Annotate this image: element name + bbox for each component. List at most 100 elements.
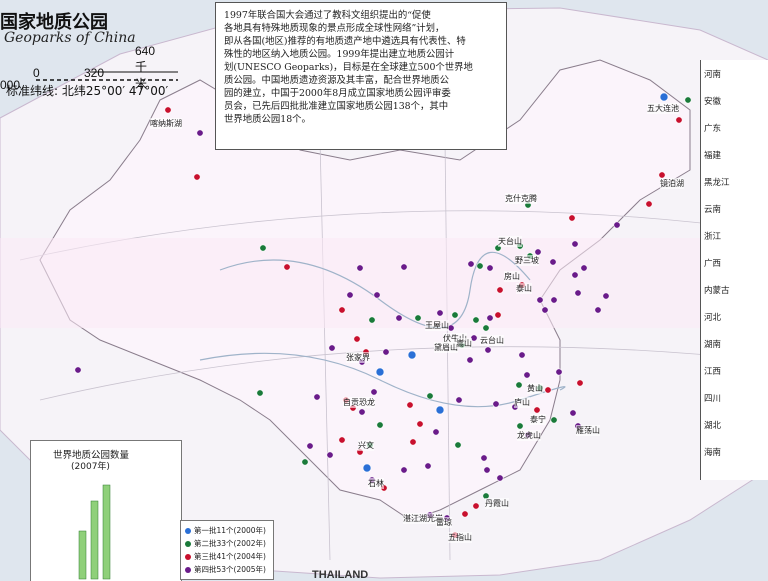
geopark-marker	[313, 393, 321, 401]
park-label: 王屋山	[425, 320, 449, 331]
geopark-marker	[406, 401, 414, 409]
park-label: 丹霞山	[485, 498, 509, 509]
province-label: 湖北	[704, 421, 722, 431]
geopark-marker	[480, 454, 488, 462]
geopark-marker	[523, 371, 531, 379]
geopark-marker	[576, 379, 584, 387]
geopark-marker	[613, 221, 621, 229]
geopark-marker	[482, 324, 490, 332]
geopark-marker	[382, 348, 390, 356]
geopark-marker	[486, 264, 494, 272]
province-label: 四川	[704, 394, 722, 404]
geopark-marker	[328, 344, 336, 352]
province-label: 湖南	[704, 340, 722, 350]
geopark-map: 国家地质公园 Geoparks of China 000 0 320 640 千…	[0, 0, 768, 581]
park-label: 云台山	[480, 335, 504, 346]
geopark-marker	[373, 291, 381, 299]
park-label: 石林	[368, 478, 384, 489]
geopark-marker	[659, 92, 669, 102]
geopark-marker	[451, 311, 459, 319]
province-label: 安徽	[704, 97, 722, 107]
description-box: 1997年联合国大会通过了教科文组织提出的“促使 各地具有特殊地质现象的景点形成…	[215, 2, 507, 150]
geopark-marker	[476, 262, 484, 270]
legend-label: 第二批33个(2002年)	[194, 539, 266, 548]
geopark-marker	[602, 292, 610, 300]
geopark-marker	[515, 381, 523, 389]
neighbor-label-thailand: THAILAND	[312, 569, 369, 581]
geopark-marker	[533, 406, 541, 414]
geopark-marker	[362, 463, 372, 473]
geopark-marker	[684, 96, 692, 104]
province-label: 福建	[704, 151, 722, 161]
geopark-marker	[432, 428, 440, 436]
geopark-marker	[580, 264, 588, 272]
legend-dot	[185, 528, 191, 534]
geopark-marker	[594, 306, 602, 314]
geopark-marker	[400, 263, 408, 271]
park-label: 龙虎山	[517, 430, 541, 441]
park-label: 兴文	[358, 440, 374, 451]
geopark-marker	[518, 351, 526, 359]
geopark-marker	[193, 173, 201, 181]
legend-label: 第一批11个(2000年)	[194, 526, 266, 535]
legend-dot	[185, 554, 191, 560]
province-label: 黑龙江	[704, 178, 730, 188]
geopark-marker	[454, 441, 462, 449]
geopark-marker	[256, 389, 264, 397]
park-label: 黄山	[527, 383, 543, 394]
park-label: 天台山	[498, 236, 522, 247]
park-label: 五指山	[448, 532, 472, 543]
highlight-band	[0, 238, 768, 328]
province-label: 海南	[704, 448, 722, 458]
park-label: 泰宁	[530, 414, 546, 425]
geopark-marker	[400, 466, 408, 474]
geopark-marker	[472, 316, 480, 324]
geopark-marker	[416, 420, 424, 428]
park-label: 五大连池	[647, 103, 679, 114]
geopark-marker	[395, 314, 403, 322]
legend-dot	[185, 567, 191, 573]
geopark-marker	[461, 510, 469, 518]
geopark-marker	[486, 314, 494, 322]
geopark-marker	[407, 350, 417, 360]
park-label: 自贡恐龙	[343, 397, 375, 408]
legend-item: 第二批33个(2002年)	[185, 538, 266, 549]
geopark-marker	[376, 421, 384, 429]
geopark-marker	[645, 200, 653, 208]
geopark-marker	[492, 400, 500, 408]
geopark-marker	[571, 271, 579, 279]
park-label: 克什克腾	[505, 193, 537, 204]
geopark-marker	[356, 264, 364, 272]
geopark-marker	[541, 306, 549, 314]
province-label: 内蒙古	[704, 286, 730, 296]
province-label: 江西	[704, 367, 722, 377]
geopark-marker	[571, 240, 579, 248]
geopark-marker	[574, 289, 582, 297]
park-label: 庐山	[514, 397, 530, 408]
geopark-marker	[455, 396, 463, 404]
park-label: 房山	[504, 271, 520, 282]
legend-label: 第四批53个(2005年)	[194, 565, 266, 574]
legend: 第一批11个(2000年) 第二批33个(2002年) 第三批41个(2004年) 第…	[180, 520, 274, 580]
province-list-panel: 河南 安徽 广东 福建 黑龙江 云南 浙江 广西 内蒙古 河北 湖南 江西 四川 湖北 海南	[700, 60, 768, 480]
legend-item: 第四批53个(2005年)	[185, 564, 266, 575]
geopark-marker	[409, 438, 417, 446]
province-label: 广东	[704, 124, 722, 134]
geopark-marker	[472, 502, 480, 510]
geopark-marker	[494, 311, 502, 319]
geopark-marker	[550, 296, 558, 304]
legend-item: 第三批41个(2004年)	[185, 551, 266, 562]
park-label: 泰山	[516, 283, 532, 294]
geopark-marker	[346, 291, 354, 299]
park-label: 镜泊湖	[660, 178, 684, 189]
geopark-marker	[483, 466, 491, 474]
geopark-marker	[516, 422, 524, 430]
geopark-marker	[435, 405, 445, 415]
geopark-marker	[338, 306, 346, 314]
geopark-marker	[259, 244, 267, 252]
legend-dot	[185, 541, 191, 547]
geopark-marker	[466, 356, 474, 364]
province-label: 河南	[704, 70, 722, 80]
map-subtitle: Geoparks of China	[4, 30, 136, 46]
geopark-marker	[74, 366, 82, 374]
